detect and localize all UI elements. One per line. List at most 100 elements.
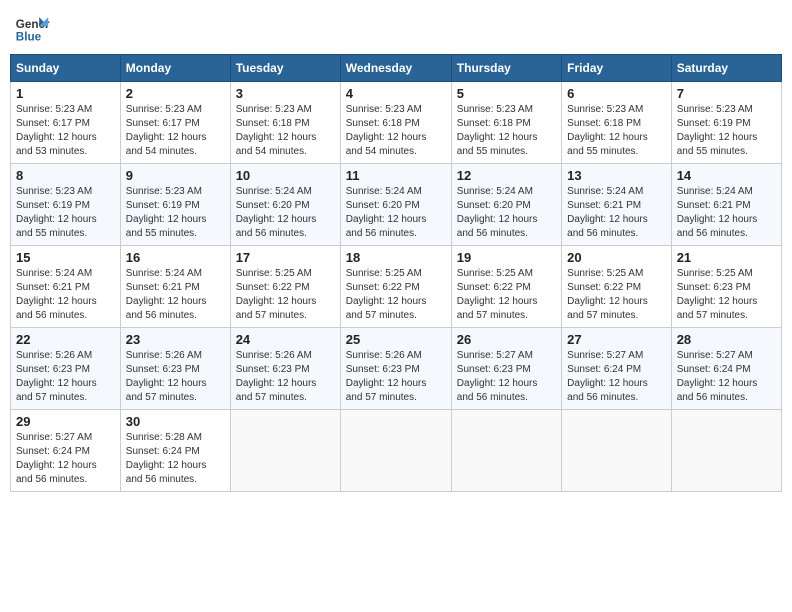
empty-day-cell [340,410,451,492]
day-number: 29 [16,414,115,429]
day-info: Sunrise: 5:25 AM Sunset: 6:22 PM Dayligh… [567,267,666,323]
day-number: 13 [567,168,666,183]
day-number: 2 [126,86,225,101]
day-info: Sunrise: 5:23 AM Sunset: 6:17 PM Dayligh… [16,103,115,159]
day-info: Sunrise: 5:24 AM Sunset: 6:20 PM Dayligh… [236,185,335,241]
day-info: Sunrise: 5:27 AM Sunset: 6:24 PM Dayligh… [567,349,666,405]
day-info: Sunrise: 5:24 AM Sunset: 6:20 PM Dayligh… [457,185,556,241]
day-info: Sunrise: 5:24 AM Sunset: 6:21 PM Dayligh… [16,267,115,323]
day-number: 5 [457,86,556,101]
day-info: Sunrise: 5:26 AM Sunset: 6:23 PM Dayligh… [236,349,335,405]
day-cell: 19 Sunrise: 5:25 AM Sunset: 6:22 PM Dayl… [451,246,561,328]
day-cell: 7 Sunrise: 5:23 AM Sunset: 6:19 PM Dayli… [671,82,781,164]
day-info: Sunrise: 5:25 AM Sunset: 6:22 PM Dayligh… [346,267,446,323]
logo: General Blue [14,10,54,46]
day-info: Sunrise: 5:23 AM Sunset: 6:19 PM Dayligh… [16,185,115,241]
day-cell: 11 Sunrise: 5:24 AM Sunset: 6:20 PM Dayl… [340,164,451,246]
day-info: Sunrise: 5:23 AM Sunset: 6:19 PM Dayligh… [677,103,776,159]
day-info: Sunrise: 5:27 AM Sunset: 6:24 PM Dayligh… [677,349,776,405]
day-number: 1 [16,86,115,101]
day-cell: 18 Sunrise: 5:25 AM Sunset: 6:22 PM Dayl… [340,246,451,328]
day-cell: 16 Sunrise: 5:24 AM Sunset: 6:21 PM Dayl… [120,246,230,328]
day-number: 16 [126,250,225,265]
day-number: 19 [457,250,556,265]
weekday-header: Tuesday [230,55,340,82]
day-cell: 23 Sunrise: 5:26 AM Sunset: 6:23 PM Dayl… [120,328,230,410]
day-cell: 24 Sunrise: 5:26 AM Sunset: 6:23 PM Dayl… [230,328,340,410]
day-info: Sunrise: 5:24 AM Sunset: 6:21 PM Dayligh… [677,185,776,241]
day-number: 28 [677,332,776,347]
day-number: 24 [236,332,335,347]
day-cell: 27 Sunrise: 5:27 AM Sunset: 6:24 PM Dayl… [562,328,672,410]
day-info: Sunrise: 5:26 AM Sunset: 6:23 PM Dayligh… [126,349,225,405]
day-number: 27 [567,332,666,347]
day-info: Sunrise: 5:27 AM Sunset: 6:23 PM Dayligh… [457,349,556,405]
day-info: Sunrise: 5:28 AM Sunset: 6:24 PM Dayligh… [126,431,225,487]
day-number: 9 [126,168,225,183]
day-cell: 29 Sunrise: 5:27 AM Sunset: 6:24 PM Dayl… [11,410,121,492]
empty-day-cell [451,410,561,492]
day-info: Sunrise: 5:25 AM Sunset: 6:22 PM Dayligh… [457,267,556,323]
day-info: Sunrise: 5:26 AM Sunset: 6:23 PM Dayligh… [346,349,446,405]
day-number: 18 [346,250,446,265]
day-number: 8 [16,168,115,183]
day-info: Sunrise: 5:26 AM Sunset: 6:23 PM Dayligh… [16,349,115,405]
day-cell: 5 Sunrise: 5:23 AM Sunset: 6:18 PM Dayli… [451,82,561,164]
day-cell: 22 Sunrise: 5:26 AM Sunset: 6:23 PM Dayl… [11,328,121,410]
day-info: Sunrise: 5:23 AM Sunset: 6:19 PM Dayligh… [126,185,225,241]
day-number: 26 [457,332,556,347]
day-info: Sunrise: 5:24 AM Sunset: 6:21 PM Dayligh… [126,267,225,323]
day-cell: 10 Sunrise: 5:24 AM Sunset: 6:20 PM Dayl… [230,164,340,246]
logo-icon: General Blue [14,10,50,46]
day-info: Sunrise: 5:23 AM Sunset: 6:17 PM Dayligh… [126,103,225,159]
day-cell: 17 Sunrise: 5:25 AM Sunset: 6:22 PM Dayl… [230,246,340,328]
day-number: 30 [126,414,225,429]
day-info: Sunrise: 5:23 AM Sunset: 6:18 PM Dayligh… [567,103,666,159]
day-number: 11 [346,168,446,183]
day-cell: 9 Sunrise: 5:23 AM Sunset: 6:19 PM Dayli… [120,164,230,246]
day-info: Sunrise: 5:27 AM Sunset: 6:24 PM Dayligh… [16,431,115,487]
weekday-header: Saturday [671,55,781,82]
day-cell: 20 Sunrise: 5:25 AM Sunset: 6:22 PM Dayl… [562,246,672,328]
day-number: 22 [16,332,115,347]
weekday-header: Thursday [451,55,561,82]
day-cell: 12 Sunrise: 5:24 AM Sunset: 6:20 PM Dayl… [451,164,561,246]
day-number: 6 [567,86,666,101]
day-number: 20 [567,250,666,265]
day-cell: 15 Sunrise: 5:24 AM Sunset: 6:21 PM Dayl… [11,246,121,328]
day-cell: 6 Sunrise: 5:23 AM Sunset: 6:18 PM Dayli… [562,82,672,164]
day-info: Sunrise: 5:23 AM Sunset: 6:18 PM Dayligh… [236,103,335,159]
day-cell: 21 Sunrise: 5:25 AM Sunset: 6:23 PM Dayl… [671,246,781,328]
day-number: 25 [346,332,446,347]
day-number: 23 [126,332,225,347]
day-cell: 26 Sunrise: 5:27 AM Sunset: 6:23 PM Dayl… [451,328,561,410]
header: General Blue [10,10,782,46]
weekday-header: Friday [562,55,672,82]
day-cell: 14 Sunrise: 5:24 AM Sunset: 6:21 PM Dayl… [671,164,781,246]
day-info: Sunrise: 5:23 AM Sunset: 6:18 PM Dayligh… [346,103,446,159]
weekday-header: Monday [120,55,230,82]
day-number: 17 [236,250,335,265]
calendar-table: SundayMondayTuesdayWednesdayThursdayFrid… [10,54,782,492]
day-info: Sunrise: 5:23 AM Sunset: 6:18 PM Dayligh… [457,103,556,159]
day-cell: 28 Sunrise: 5:27 AM Sunset: 6:24 PM Dayl… [671,328,781,410]
day-cell: 3 Sunrise: 5:23 AM Sunset: 6:18 PM Dayli… [230,82,340,164]
day-number: 14 [677,168,776,183]
day-info: Sunrise: 5:25 AM Sunset: 6:22 PM Dayligh… [236,267,335,323]
day-number: 15 [16,250,115,265]
day-number: 12 [457,168,556,183]
day-info: Sunrise: 5:24 AM Sunset: 6:21 PM Dayligh… [567,185,666,241]
day-cell: 25 Sunrise: 5:26 AM Sunset: 6:23 PM Dayl… [340,328,451,410]
weekday-header: Sunday [11,55,121,82]
empty-day-cell [671,410,781,492]
empty-day-cell [562,410,672,492]
day-cell: 2 Sunrise: 5:23 AM Sunset: 6:17 PM Dayli… [120,82,230,164]
day-info: Sunrise: 5:25 AM Sunset: 6:23 PM Dayligh… [677,267,776,323]
day-cell: 13 Sunrise: 5:24 AM Sunset: 6:21 PM Dayl… [562,164,672,246]
day-cell: 30 Sunrise: 5:28 AM Sunset: 6:24 PM Dayl… [120,410,230,492]
day-cell: 1 Sunrise: 5:23 AM Sunset: 6:17 PM Dayli… [11,82,121,164]
day-cell: 4 Sunrise: 5:23 AM Sunset: 6:18 PM Dayli… [340,82,451,164]
day-cell: 8 Sunrise: 5:23 AM Sunset: 6:19 PM Dayli… [11,164,121,246]
day-number: 21 [677,250,776,265]
day-number: 7 [677,86,776,101]
